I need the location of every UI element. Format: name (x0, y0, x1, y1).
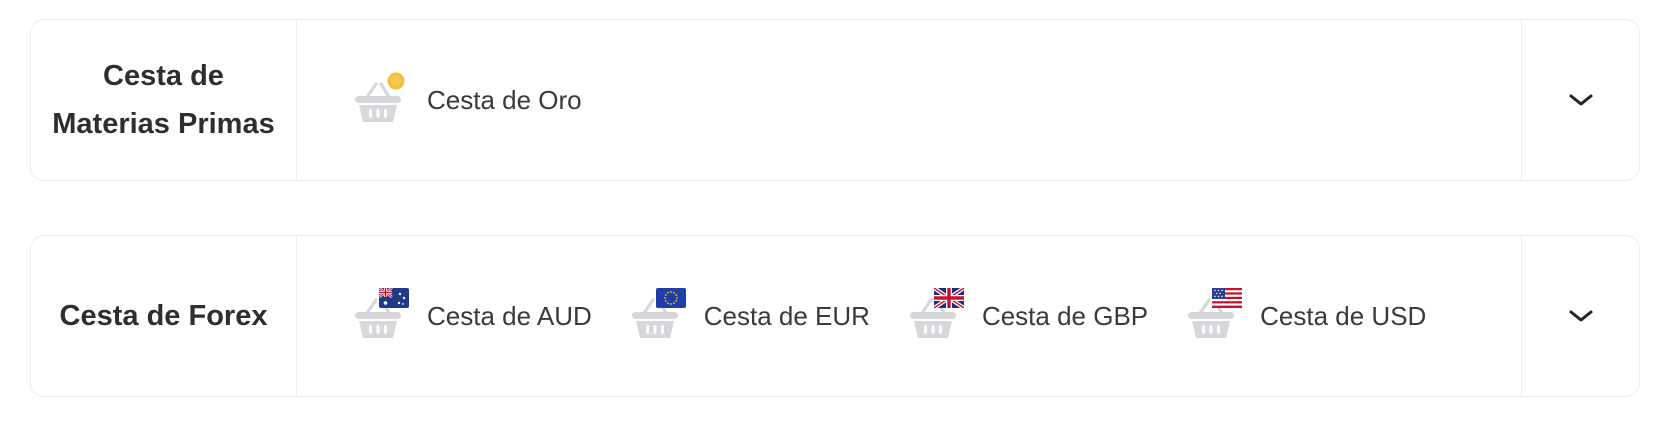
section-commodities: Cesta de Materias Primas Cesta de Oro (30, 19, 1640, 181)
basket-item-gold[interactable]: Cesta de Oro (353, 72, 582, 128)
section-forex: Cesta de Forex Cesta de AUD Cesta de EUR… (30, 235, 1640, 397)
basket-icon (1186, 288, 1243, 344)
eu-flag-icon (655, 288, 686, 308)
basket-item-label: Cesta de USD (1260, 300, 1427, 331)
category-label: Cesta de Materias Primas (31, 20, 297, 180)
uk-flag-icon (933, 288, 964, 308)
chevron-down-icon (1569, 94, 1592, 106)
basket-icon (353, 288, 409, 344)
basket-item-eur[interactable]: Cesta de EUR (630, 288, 870, 344)
expand-toggle-commodities[interactable] (1521, 20, 1639, 180)
basket-item-usd[interactable]: Cesta de USD (1186, 288, 1426, 344)
basket-icon (353, 72, 407, 128)
basket-list: Cesta de Materias Primas Cesta de Oro Ce… (0, 0, 1666, 429)
basket-icon (908, 288, 964, 344)
australia-flag-icon (379, 288, 409, 308)
category-title-line1: Cesta de (103, 60, 224, 92)
category-title: Cesta de Forex (60, 292, 268, 340)
chevron-down-icon (1569, 310, 1592, 322)
basket-items: Cesta de Oro (297, 20, 1521, 180)
basket-icon (630, 288, 686, 344)
us-flag-icon (1212, 288, 1243, 308)
basket-item-label: Cesta de GBP (981, 300, 1149, 331)
category-title-line1: Cesta de Forex (59, 300, 268, 332)
category-label: Cesta de Forex (31, 236, 297, 396)
basket-item-aud[interactable]: Cesta de AUD (353, 288, 592, 344)
basket-item-label: Cesta de AUD (427, 300, 592, 331)
category-title-line2: Materias Primas (52, 108, 275, 140)
category-title: Cesta de Materias Primas (52, 52, 274, 148)
basket-item-label: Cesta de EUR (703, 300, 870, 331)
basket-item-gbp[interactable]: Cesta de GBP (908, 288, 1148, 344)
expand-toggle-forex[interactable] (1521, 236, 1639, 396)
basket-items: Cesta de AUD Cesta de EUR Cesta de GBP C… (297, 236, 1521, 396)
gold-coin-icon (387, 72, 405, 90)
basket-item-label: Cesta de Oro (427, 84, 582, 115)
